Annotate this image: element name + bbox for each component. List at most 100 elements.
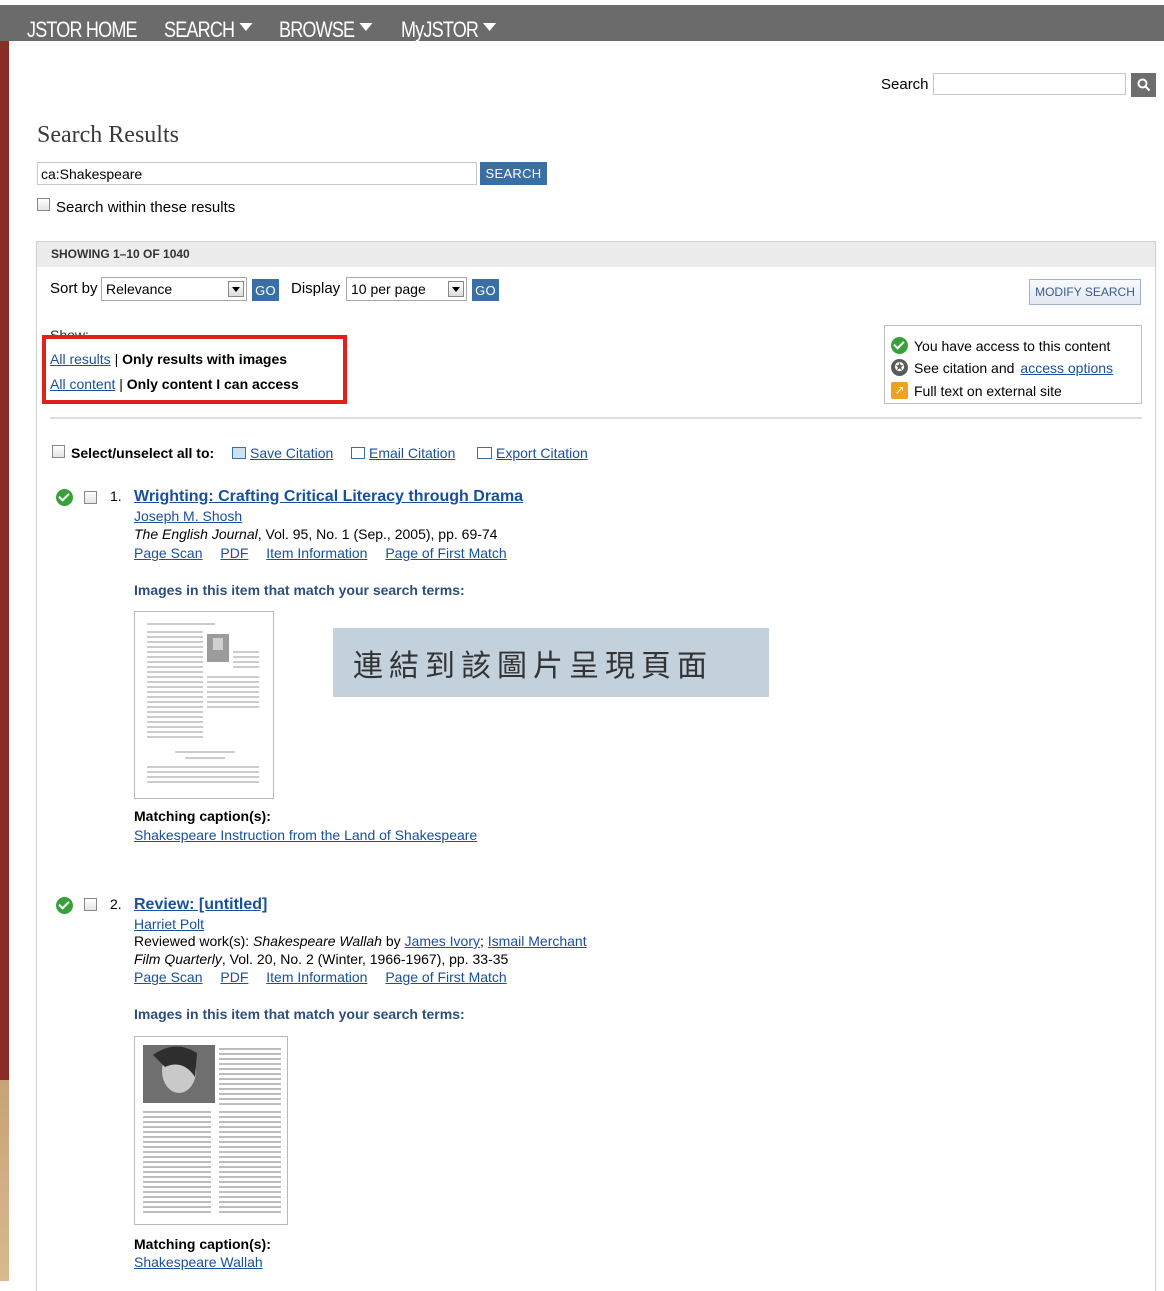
search-icon	[1137, 78, 1150, 92]
page-title: Search Results	[37, 122, 179, 148]
legend-access-row: You have access to this content	[891, 337, 1110, 354]
matching-image-thumbnail[interactable]	[134, 1036, 288, 1225]
reviewed-prefix: Reviewed work(s):	[134, 933, 254, 949]
envelope-icon	[351, 447, 365, 459]
nav-myjstor[interactable]: MyJSTOR	[401, 17, 497, 43]
only-images-filter: Only results with images	[122, 351, 288, 367]
matching-images-heading: Images in this item that match your sear…	[134, 582, 465, 598]
matching-caption-link[interactable]: Shakespeare Instruction from the Land of…	[134, 827, 477, 843]
sort-select-value: Relevance	[106, 281, 173, 297]
reviewed-author-link[interactable]: James Ivory	[405, 933, 480, 949]
query-input[interactable]	[37, 162, 477, 185]
result-author-link[interactable]: Harriet Polt	[134, 916, 204, 932]
search-within-label: Search within these results	[56, 199, 236, 216]
save-citation-link[interactable]: Save Citation	[232, 445, 333, 461]
legend-citation-row: ✪ See citation and access options	[891, 359, 1113, 376]
divider	[50, 417, 1142, 419]
journal-details: , Vol. 95, No. 1 (Sep., 2005), pp. 69-74	[257, 526, 498, 542]
access-options-link[interactable]: access options	[1020, 360, 1113, 376]
matching-caption-link[interactable]: Shakespeare Wallah	[134, 1254, 263, 1270]
result-links: Page Scan PDF Item Information Page of F…	[134, 545, 521, 561]
display-select-value: 10 per page	[351, 281, 426, 297]
nav-browse[interactable]: BROWSE	[279, 17, 373, 43]
nav-myjstor-label: MyJSTOR	[401, 17, 479, 42]
page-scan-link[interactable]: Page Scan	[134, 545, 203, 561]
search-within-checkbox[interactable]	[37, 198, 50, 211]
page-of-first-match-link[interactable]: Page of First Match	[385, 545, 506, 561]
display-label: Display	[291, 280, 341, 297]
journal-name: Film Quarterly	[134, 951, 222, 967]
nav-search-label: SEARCH	[164, 17, 235, 42]
nav-search[interactable]: SEARCH	[164, 17, 253, 43]
all-content-link[interactable]: All content	[50, 376, 115, 392]
dropdown-arrow-icon	[448, 281, 464, 297]
highlight-box	[42, 335, 347, 404]
matching-image-thumbnail[interactable]	[134, 611, 274, 799]
results-panel-header	[37, 242, 1155, 267]
content-filter: All content | Only content I can access	[50, 376, 299, 392]
journal-details: , Vol. 20, No. 2 (Winter, 1966-1967), pp…	[221, 951, 509, 967]
modify-search-button[interactable]: MODIFY SEARCH	[1029, 279, 1141, 305]
result-citation: The English Journal, Vol. 95, No. 1 (Sep…	[134, 526, 497, 542]
search-button[interactable]: SEARCH	[480, 162, 547, 185]
export-citation-label: Export Citation	[496, 445, 588, 461]
result-title-link[interactable]: Review: [untitled]	[134, 896, 267, 914]
email-citation-link[interactable]: Email Citation	[351, 445, 455, 461]
access-check-icon	[56, 489, 73, 506]
sort-go-button[interactable]: GO	[252, 279, 279, 301]
star-circle-icon: ✪	[891, 359, 908, 376]
check-circle-icon	[891, 337, 908, 354]
header-search-input[interactable]	[933, 73, 1126, 95]
page-thumbnail-image	[147, 623, 259, 783]
result-checkbox[interactable]	[84, 898, 97, 911]
matching-caption-heading: Matching caption(s):	[134, 808, 271, 824]
email-citation-label: Email Citation	[369, 445, 456, 461]
sort-label: Sort by	[50, 280, 98, 297]
save-icon	[232, 447, 246, 459]
item-information-link[interactable]: Item Information	[266, 969, 367, 985]
page-scan-link[interactable]: Page Scan	[134, 969, 203, 985]
reviewed-works: Reviewed work(s): Shakespeare Wallah by …	[134, 933, 587, 949]
chevron-down-icon	[239, 23, 253, 32]
result-number: 1.	[110, 488, 122, 504]
journal-name: The English Journal	[134, 526, 258, 542]
reviewed-author-link[interactable]: Ismail Merchant	[488, 933, 587, 949]
export-icon	[477, 447, 492, 459]
chevron-down-icon	[483, 23, 497, 32]
display-go-button[interactable]: GO	[472, 279, 499, 301]
pdf-link[interactable]: PDF	[220, 545, 248, 561]
sort-select[interactable]: Relevance	[101, 277, 247, 301]
only-access-filter: Only content I can access	[126, 376, 299, 392]
result-author-link[interactable]: Joseph M. Shosh	[134, 508, 242, 524]
reviewed-work-title: Shakespeare Wallah	[253, 933, 382, 949]
page-thumbnail-image	[143, 1045, 281, 1213]
select-all-checkbox[interactable]	[52, 445, 65, 458]
reviewed-by: by	[381, 933, 405, 949]
legend-external-text: Full text on external site	[914, 382, 1062, 399]
legend-citation-text: See citation and	[914, 359, 1015, 376]
page-of-first-match-link[interactable]: Page of First Match	[385, 969, 506, 985]
top-navigation-bar: JSTOR HOME SEARCH BROWSE MyJSTOR	[0, 0, 1164, 43]
save-citation-label: Save Citation	[250, 445, 334, 461]
background-decoration	[0, 1080, 9, 1281]
chevron-down-icon	[359, 23, 373, 32]
header-search-label: Search	[881, 76, 929, 93]
select-all-label: Select/unselect all to:	[71, 445, 215, 461]
result-title-link[interactable]: Wrighting: Crafting Critical Literacy th…	[134, 488, 523, 506]
pdf-link[interactable]: PDF	[220, 969, 248, 985]
export-citation-link[interactable]: Export Citation	[477, 445, 588, 461]
result-citation: Film Quarterly, Vol. 20, No. 2 (Winter, …	[134, 951, 508, 967]
matching-caption-heading: Matching caption(s):	[134, 1236, 271, 1252]
annotation-callout: 連結到該圖片呈現頁面	[333, 628, 769, 697]
item-information-link[interactable]: Item Information	[266, 545, 367, 561]
header-search-button[interactable]	[1131, 73, 1156, 97]
legend-access-text: You have access to this content	[914, 337, 1111, 354]
all-results-link[interactable]: All results	[50, 351, 111, 367]
filter-separator: |	[119, 376, 123, 392]
nav-jstor-home[interactable]: JSTOR HOME	[27, 17, 138, 43]
display-select[interactable]: 10 per page	[346, 277, 467, 301]
dropdown-arrow-icon	[228, 281, 244, 297]
result-checkbox[interactable]	[84, 491, 97, 504]
external-link-icon: ↗	[891, 382, 908, 399]
result-number: 2.	[110, 896, 122, 912]
